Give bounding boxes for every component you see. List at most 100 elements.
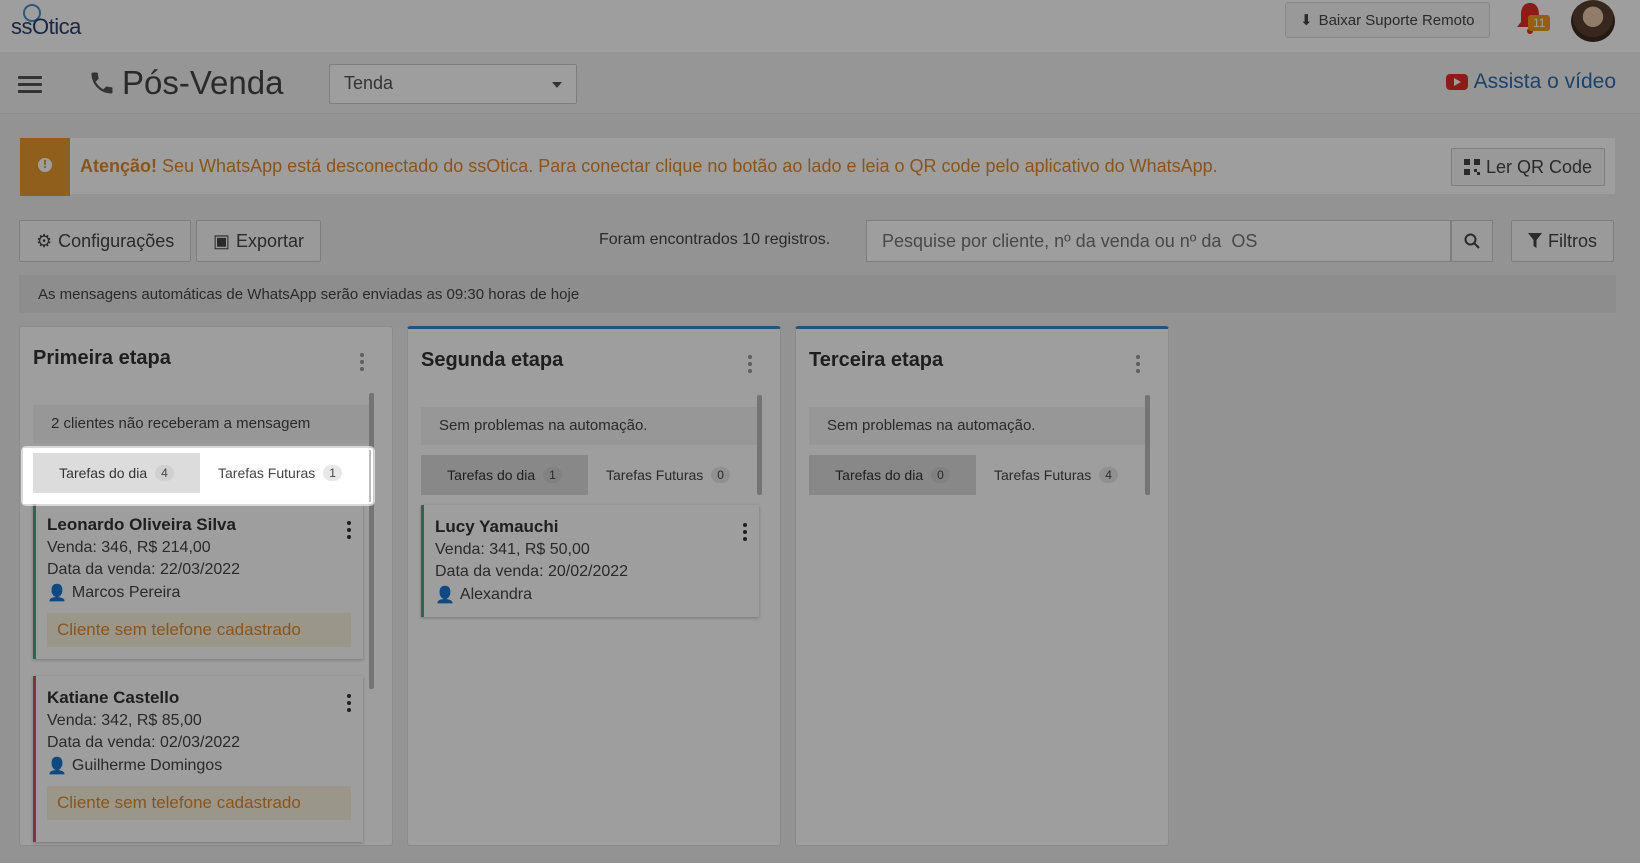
read-qr-code-label: Ler QR Code (1485, 156, 1592, 177)
menu-icon[interactable] (18, 76, 42, 94)
tab-today-tasks[interactable]: Tarefas do dia 0 (809, 455, 976, 495)
tab-count-badge: 1 (543, 467, 562, 483)
settings-button[interactable]: ⚙ Configurações (19, 220, 192, 262)
phone-icon (91, 72, 113, 94)
remote-support-button[interactable]: ⬇ Baixar Suporte Remoto (1285, 2, 1490, 38)
stage-status: 2 clientes não receberam a mensagem (33, 405, 369, 443)
client-name: Katiane Castello (47, 688, 180, 707)
store-select-value: Tenda (344, 73, 394, 93)
qr-code-icon (1463, 159, 1480, 175)
seller-info: 👤 Alexandra (435, 585, 747, 605)
tab-count-badge: 4 (155, 465, 174, 481)
search-input[interactable] (866, 220, 1451, 262)
tab-label: Tarefas Futuras (606, 467, 704, 483)
tab-label: Tarefas Futuras (994, 467, 1092, 483)
column-menu-icon[interactable] (1136, 355, 1140, 373)
tab-today-tasks[interactable]: Tarefas do dia 4 (33, 453, 200, 493)
card-menu-icon[interactable] (743, 523, 747, 544)
youtube-icon (1445, 74, 1468, 90)
column-scrollbar[interactable] (1145, 395, 1150, 495)
seller-name: Alexandra (459, 586, 532, 603)
tab-count-badge: 4 (1099, 467, 1118, 483)
column-scrollbar[interactable] (369, 393, 374, 689)
watch-video-label: Assista o vídeo (1473, 70, 1616, 93)
sale-info: Venda: 342, R$ 85,00 (47, 712, 202, 729)
stage-tabs: Tarefas do dia 1 Tarefas Futuras 0 (421, 455, 757, 495)
read-qr-code-button[interactable]: Ler QR Code (1450, 148, 1605, 186)
tab-future-tasks[interactable]: Tarefas Futuras 4 (976, 455, 1136, 495)
tab-label: Tarefas do dia (835, 467, 924, 483)
watch-video-link[interactable]: Assista o vídeo (1445, 70, 1616, 94)
stage-status: Sem problemas na automação. (421, 407, 757, 445)
store-select[interactable]: Tenda (329, 64, 577, 104)
tab-count-badge: 0 (931, 467, 950, 483)
sale-date: Data da venda: 02/03/2022 (47, 734, 241, 751)
tab-future-tasks[interactable]: Tarefas Futuras 1 (200, 453, 360, 493)
stage-column-1: Primeira etapa 2 clientes não receberam … (19, 326, 393, 846)
stage-column-2: Segunda etapa Sem problemas na automação… (407, 326, 781, 846)
column-scrollbar[interactable] (757, 395, 762, 495)
gear-icon: ⚙ (36, 230, 53, 251)
exclamation-icon (20, 138, 70, 196)
notifications-badge: 11 (1528, 15, 1551, 31)
no-phone-warning: Cliente sem telefone cadastrado (47, 613, 351, 647)
avatar[interactable] (1571, 0, 1615, 42)
stage-title: Primeira etapa (33, 347, 171, 369)
filters-button[interactable]: Filtros (1511, 220, 1614, 262)
page-header: Pós-Venda Tenda Assista o vídeo (0, 52, 1640, 114)
column-menu-icon[interactable] (748, 355, 752, 373)
task-card[interactable]: Lucy Yamauchi Venda: 341, R$ 50,00 Data … (421, 505, 759, 617)
alert-body: Seu WhatsApp está desconectado do ssOtic… (162, 156, 1218, 176)
page-title: Pós-Venda (122, 64, 284, 101)
sale-info: Venda: 341, R$ 50,00 (435, 541, 590, 558)
remote-support-label: Baixar Suporte Remoto (1318, 11, 1475, 29)
sale-info: Venda: 346, R$ 214,00 (47, 539, 211, 556)
stage-tabs: Tarefas do dia 4 Tarefas Futuras 1 (33, 453, 369, 493)
logo-text: ssOtica (11, 14, 81, 39)
app-logo[interactable]: ssOtica (11, 4, 111, 44)
seller-info: 👤 Guilherme Domingos (47, 756, 351, 776)
tab-future-tasks[interactable]: Tarefas Futuras 0 (588, 455, 748, 495)
task-card[interactable]: Leonardo Oliveira Silva Venda: 346, R$ 2… (33, 503, 363, 659)
tab-label: Tarefas Futuras (218, 465, 316, 481)
task-card[interactable]: Katiane Castello Venda: 342, R$ 85,00 Da… (33, 676, 363, 842)
excel-file-icon: ▣ (213, 230, 231, 251)
stage-title: Segunda etapa (421, 349, 564, 371)
download-icon: ⬇ (1300, 12, 1313, 29)
caret-down-icon (552, 82, 562, 88)
whatsapp-alert: Atenção! Seu WhatsApp está desconectado … (19, 137, 1616, 196)
user-icon: 👤 (47, 585, 67, 602)
alert-message: Atenção! Seu WhatsApp está desconectado … (80, 156, 1218, 177)
export-label: Exportar (236, 230, 305, 251)
seller-name: Marcos Pereira (71, 584, 181, 601)
column-menu-icon[interactable] (360, 353, 364, 371)
stage-column-3: Terceira etapa Sem problemas na automaçã… (795, 326, 1169, 846)
card-menu-icon[interactable] (347, 521, 351, 542)
no-phone-warning: Cliente sem telefone cadastrado (47, 786, 351, 820)
user-icon: 👤 (47, 758, 67, 775)
alert-strong: Atenção! (80, 156, 158, 176)
stage-status: Sem problemas na automação. (809, 407, 1145, 445)
tab-count-badge: 0 (711, 467, 730, 483)
tab-count-badge: 1 (323, 465, 342, 481)
client-name: Leonardo Oliveira Silva (47, 515, 236, 534)
tab-label: Tarefas do dia (59, 465, 148, 481)
filter-icon (1528, 233, 1542, 248)
records-found-text: Foram encontrados 10 registros. (599, 231, 831, 248)
stage-tabs: Tarefas do dia 0 Tarefas Futuras 4 (809, 455, 1145, 495)
sale-date: Data da venda: 20/02/2022 (435, 563, 629, 580)
client-name: Lucy Yamauchi (435, 517, 559, 536)
tab-today-tasks[interactable]: Tarefas do dia 1 (421, 455, 588, 495)
automation-info-bar: As mensagens automáticas de WhatsApp ser… (19, 275, 1616, 313)
export-button[interactable]: ▣ Exportar (196, 220, 322, 262)
search-icon (1464, 233, 1480, 249)
seller-info: 👤 Marcos Pereira (47, 583, 351, 603)
search-button[interactable] (1451, 220, 1493, 262)
settings-label: Configurações (58, 230, 175, 251)
sale-date: Data da venda: 22/03/2022 (47, 561, 241, 578)
card-menu-icon[interactable] (347, 694, 351, 715)
top-bar: ssOtica ⬇ Baixar Suporte Remoto 11 (0, 0, 1640, 52)
user-icon: 👤 (435, 587, 455, 604)
stage-title: Terceira etapa (809, 349, 944, 371)
seller-name: Guilherme Domingos (71, 757, 223, 774)
